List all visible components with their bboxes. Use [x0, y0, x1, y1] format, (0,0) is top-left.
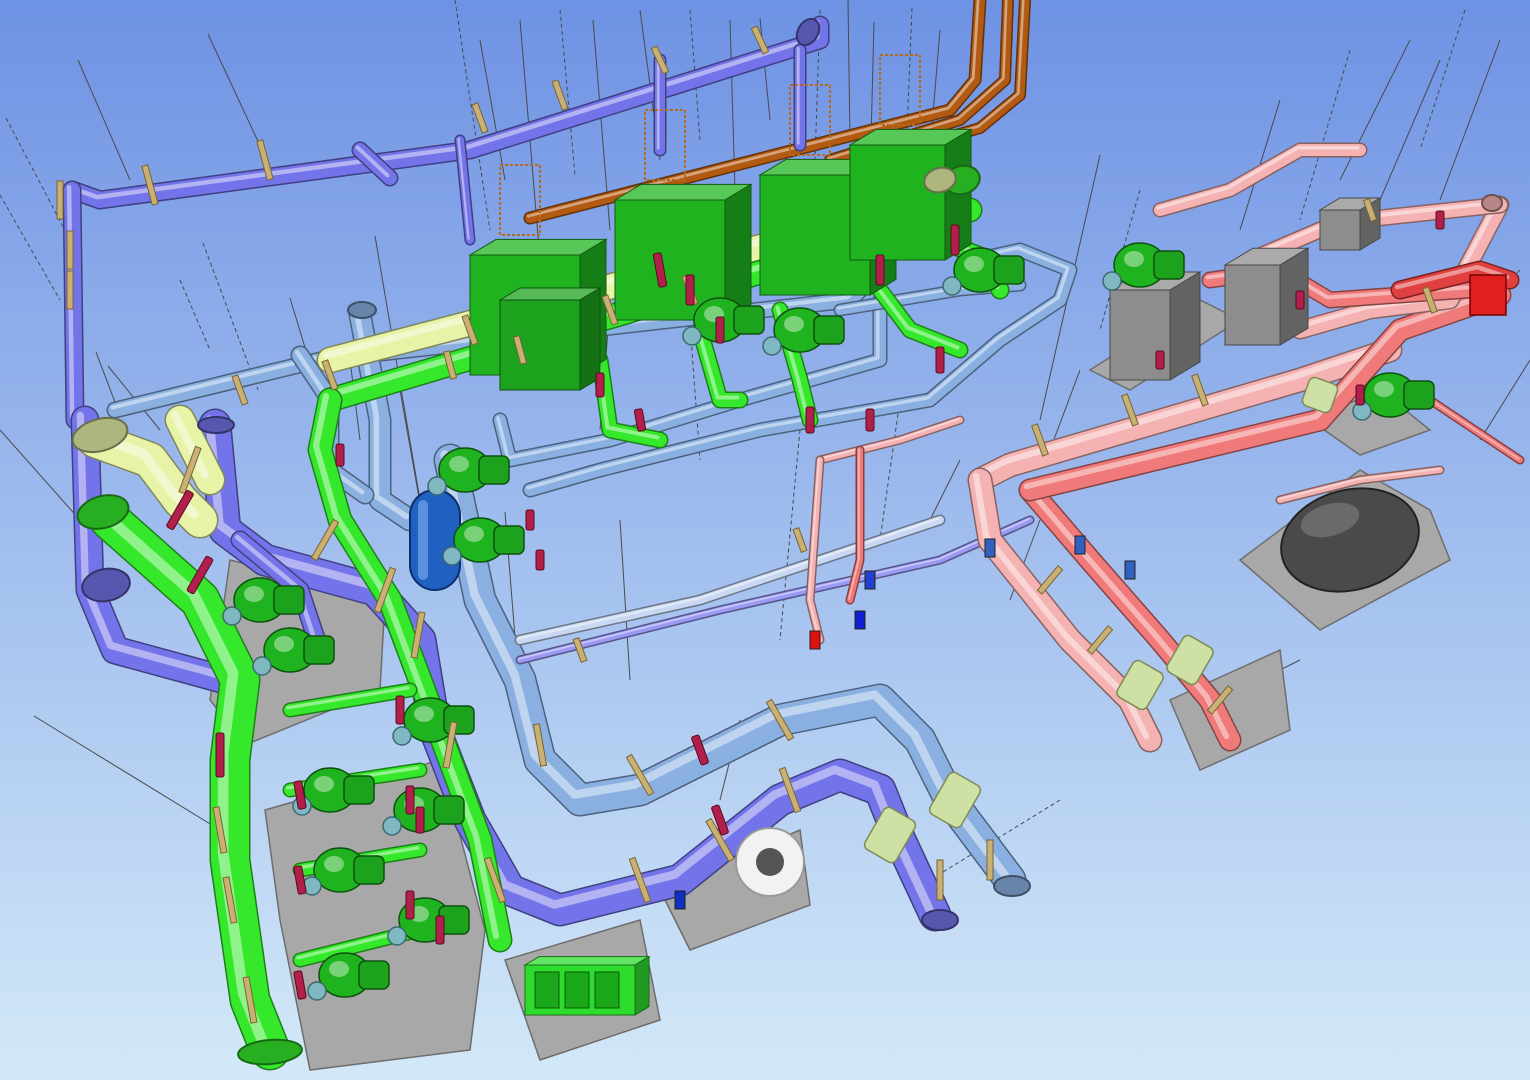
valve-stub-1 — [854, 610, 866, 630]
boiler-2-front — [1224, 264, 1281, 346]
pump-10-volute-shine — [464, 526, 484, 542]
flange-valve-16 — [595, 372, 605, 398]
inline-pump-5-volute-shine — [1374, 381, 1394, 397]
chemical-panel-top — [523, 956, 651, 966]
model-viewport[interactable] — [0, 0, 1530, 1080]
pump-4-motor — [353, 855, 385, 885]
flange-valve-27 — [1155, 350, 1165, 370]
inline-pump-2-motor — [813, 315, 845, 345]
hot-return-end-cap — [1481, 194, 1503, 212]
pump-6-motor — [443, 705, 475, 735]
flange-valve-2 — [215, 732, 225, 778]
chiller-1-compressor-front — [499, 299, 581, 391]
valve-stub-6 — [674, 890, 686, 910]
inline-pump-1-valve-wheel — [942, 276, 962, 296]
inline-pump-2-valve-wheel — [762, 336, 782, 356]
chemical-panel-door-2 — [564, 971, 590, 1009]
chemical-panel-door-3 — [594, 971, 620, 1009]
flange-valve-22 — [525, 509, 535, 531]
inline-pump-2-volute-shine — [784, 316, 804, 332]
hanger-band-6 — [56, 180, 64, 220]
boiler-1 — [1108, 271, 1202, 381]
hanger-band-7 — [66, 230, 74, 270]
pump-1-volute-shine — [244, 586, 264, 602]
flange-valve-11 — [685, 274, 695, 306]
exhaust-fan-hub — [756, 848, 784, 876]
chilled-outlet-end — [921, 909, 959, 931]
chiller-4-front — [849, 144, 946, 261]
flange-valve-8 — [405, 890, 415, 920]
inline-pump-1-motor — [993, 255, 1025, 285]
pump-2-motor — [303, 635, 335, 665]
flange-valve-21 — [335, 443, 345, 467]
pump-5-motor — [358, 960, 390, 990]
inline-pump-3-motor — [733, 305, 765, 335]
inline-pump-1-volute-shine — [964, 256, 984, 272]
pump-9-valve-wheel — [427, 476, 447, 496]
chilled-drop-3 — [793, 43, 807, 152]
chemical-panel-side — [634, 955, 650, 1016]
hanger-band-37 — [936, 859, 944, 901]
flange-valve-13 — [875, 254, 885, 286]
flange-valve-18 — [805, 406, 815, 434]
pump-2-volute-shine — [274, 636, 294, 652]
inline-pump-4-motor — [1153, 250, 1185, 280]
hanger-band-38 — [986, 839, 994, 881]
flange-valve-24 — [1355, 384, 1365, 406]
flange-valve-25 — [1295, 290, 1305, 310]
pump-1-valve-wheel — [222, 606, 242, 626]
hot-primary-pump-body — [1469, 274, 1507, 316]
flange-valve-20 — [415, 806, 425, 834]
pump-10-motor — [493, 525, 525, 555]
pump-6-valve-wheel — [392, 726, 412, 746]
pump-7-valve-wheel — [382, 816, 402, 836]
valve-stub-3 — [1124, 560, 1136, 580]
expansion-vessel — [409, 489, 461, 591]
inline-pump-4-volute-shine — [1124, 251, 1144, 267]
pump-8-valve-wheel — [387, 926, 407, 946]
chilled-return-top-cap — [347, 301, 377, 319]
expansion-vessel-shine — [418, 500, 428, 580]
flange-valve-12 — [715, 316, 725, 344]
valve-stub-0 — [809, 630, 821, 650]
valve-stub-5 — [984, 538, 996, 558]
boiler-1-side — [1169, 271, 1201, 381]
inline-pump-3-valve-wheel — [682, 326, 702, 346]
flange-valve-7 — [405, 785, 415, 815]
return-outlet-end — [993, 875, 1031, 897]
inline-pump-4-valve-wheel — [1102, 271, 1122, 291]
boiler-3-front — [1319, 209, 1361, 251]
pump-1-motor — [273, 585, 305, 615]
pump-6-volute-shine — [414, 706, 434, 722]
flange-valve-19 — [865, 408, 875, 432]
pump-4-volute-shine — [324, 856, 344, 872]
flange-valve-15 — [935, 346, 945, 374]
pump-3-volute-shine — [314, 776, 334, 792]
flange-valve-14 — [950, 224, 960, 256]
pump-7-motor — [433, 795, 465, 825]
pump-9-volute-shine — [449, 456, 469, 472]
inline-pump-5-motor — [1403, 380, 1435, 410]
pump-10-valve-wheel — [442, 546, 462, 566]
hanger-band-8 — [66, 270, 74, 310]
valve-stub-2 — [864, 570, 876, 590]
pump-2-valve-wheel — [252, 656, 272, 676]
pump-5-volute-shine — [329, 961, 349, 977]
flange-valve-23 — [535, 549, 545, 571]
piping-3d-model[interactable] — [0, 0, 1530, 1080]
flange-valve-6 — [395, 695, 405, 725]
pump-5-valve-wheel — [307, 981, 327, 1001]
pump-3-motor — [343, 775, 375, 805]
chemical-panel-door-1 — [534, 971, 560, 1009]
flange-valve-9 — [435, 915, 445, 945]
valve-stub-4 — [1074, 535, 1086, 555]
chilled-drop-2 — [653, 53, 667, 157]
flange-valve-26 — [1435, 210, 1445, 230]
chilled-main-top-cap — [197, 416, 235, 434]
pump-9-motor — [478, 455, 510, 485]
